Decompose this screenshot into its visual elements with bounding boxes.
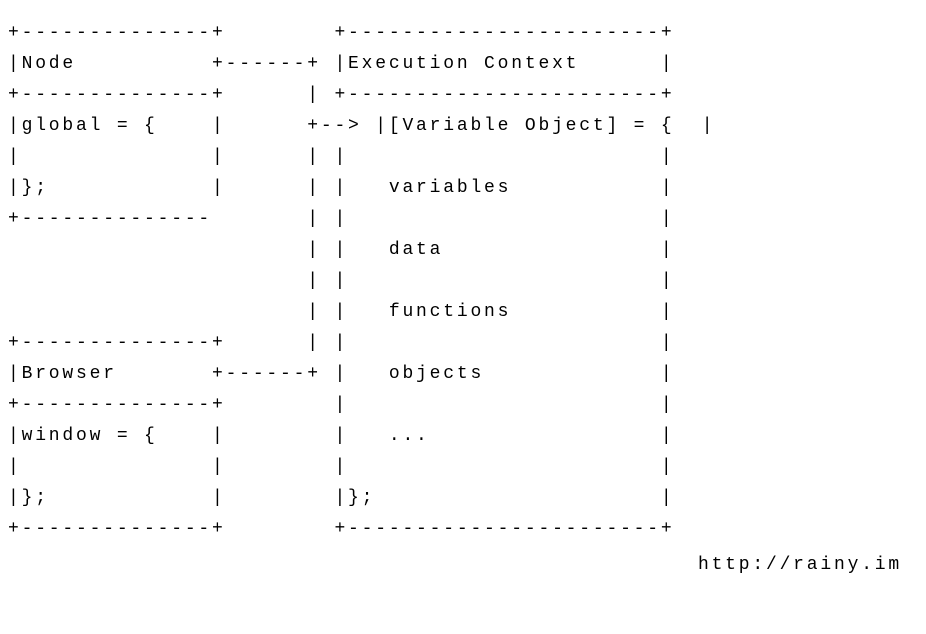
ascii-diagram: +--------------+ +----------------------… bbox=[0, 0, 926, 553]
attribution-link: http://rainy.im bbox=[0, 553, 926, 587]
